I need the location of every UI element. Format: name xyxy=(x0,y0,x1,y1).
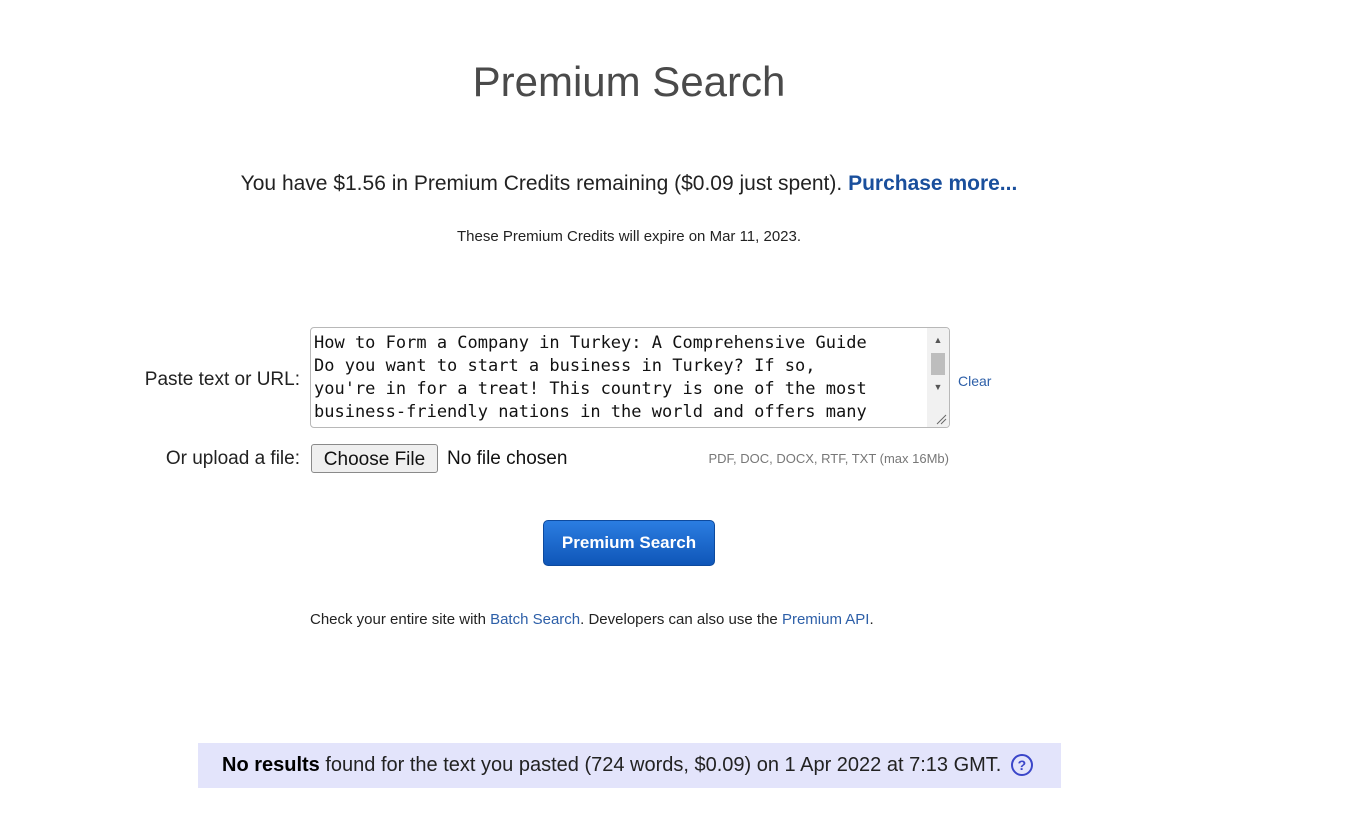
result-text: No results found for the text you pasted… xyxy=(222,754,1033,777)
question-circle-icon[interactable]: ? xyxy=(1010,754,1033,776)
scroll-thumb[interactable] xyxy=(931,353,945,375)
clear-link[interactable]: Clear xyxy=(958,373,991,389)
choose-file-button[interactable]: Choose File xyxy=(311,444,438,473)
premium-api-link[interactable]: Premium API xyxy=(782,611,870,628)
batch-prefix-text: Check your entire site with xyxy=(310,611,486,628)
result-status: No results xyxy=(222,754,320,776)
result-details: found for the text you pasted (724 words… xyxy=(325,754,1002,776)
paste-label: Paste text or URL: xyxy=(144,369,300,390)
batch-middle-text: . Developers can also use the xyxy=(580,611,778,628)
premium-search-page: Premium Search You have $1.56 in Premium… xyxy=(0,0,1352,817)
resize-grip-icon[interactable] xyxy=(935,413,947,425)
textarea-content[interactable]: How to Form a Company in Turkey: A Compr… xyxy=(314,332,924,424)
credits-line: You have $1.56 in Premium Credits remain… xyxy=(0,172,1258,196)
upload-label: Or upload a file: xyxy=(165,448,300,469)
credits-text: You have $1.56 in Premium Credits remain… xyxy=(240,172,843,195)
premium-search-button[interactable]: Premium Search xyxy=(543,520,715,566)
scroll-up-arrow-icon[interactable]: ▲ xyxy=(927,331,949,349)
file-status-text: No file chosen xyxy=(447,448,568,469)
batch-search-line: Check your entire site with Batch Search… xyxy=(310,611,874,628)
batch-suffix-text: . xyxy=(869,611,874,628)
page-title: Premium Search xyxy=(472,58,786,105)
purchase-more-link[interactable]: Purchase more... xyxy=(848,172,1017,195)
credits-expire-text: These Premium Credits will expire on Mar… xyxy=(456,228,802,245)
file-types-hint: PDF, DOC, DOCX, RTF, TXT (max 16Mb) xyxy=(708,451,949,466)
scroll-down-arrow-icon[interactable]: ▼ xyxy=(927,378,949,396)
paste-textarea[interactable]: How to Form a Company in Turkey: A Compr… xyxy=(310,327,950,428)
result-banner: No results found for the text you pasted… xyxy=(198,743,1061,788)
batch-search-link[interactable]: Batch Search xyxy=(490,611,580,628)
